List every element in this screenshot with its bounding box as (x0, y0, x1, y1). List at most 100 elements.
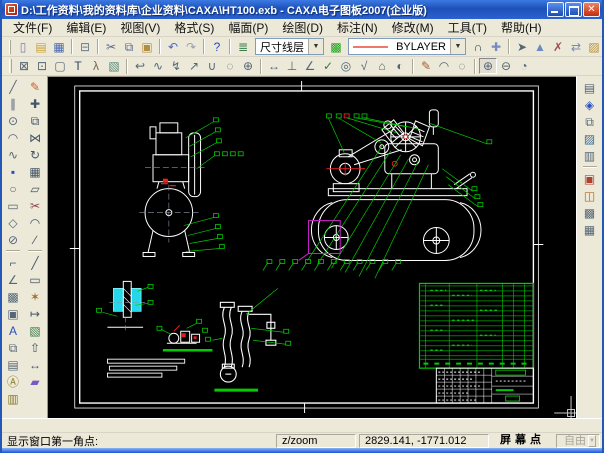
layer-combo[interactable]: 尺寸线层 ▼ (255, 38, 324, 55)
dim-edit-icon[interactable]: ↔ (26, 356, 44, 373)
erase-icon[interactable]: ✎ (26, 78, 44, 95)
chevron-down-icon[interactable]: ▼ (450, 39, 465, 54)
ole-object-icon[interactable]: ▥ (4, 390, 22, 407)
title-block-icon[interactable]: ◫ (581, 187, 599, 204)
dim-angle-icon[interactable]: ∠ (301, 58, 319, 74)
circle-icon[interactable]: ⊙ (4, 112, 22, 129)
undo-icon[interactable]: ↶ (164, 39, 182, 55)
wave-line-icon[interactable]: ∿ (149, 58, 167, 74)
redo-icon[interactable]: ↷ (182, 39, 200, 55)
spline-icon[interactable]: ∿ (4, 146, 22, 163)
menu-help[interactable]: 帮助(H) (494, 18, 549, 37)
zoom-out-icon[interactable]: ⊖ (497, 58, 515, 74)
center-mark-icon[interactable]: ⊕ (239, 58, 257, 74)
select-filter-icon[interactable]: ▲ (531, 39, 549, 55)
drawing-canvas[interactable] (47, 76, 576, 418)
menu-format[interactable]: 格式(S) (167, 18, 221, 37)
revision-cloud-icon[interactable]: ◠ (435, 58, 453, 74)
view-rotate-icon[interactable]: ◔ (515, 58, 533, 74)
block-edit-icon[interactable]: ▧ (26, 322, 44, 339)
object-snap-icon[interactable]: ∩ (469, 39, 487, 55)
scale-icon[interactable]: ▱ (26, 180, 44, 197)
minimize-button[interactable] (547, 2, 564, 17)
layer-move-icon[interactable]: ⇧ (26, 339, 44, 356)
point-icon[interactable]: ▪ (4, 163, 22, 180)
move-icon[interactable]: ✚ (26, 95, 44, 112)
raster-image-icon[interactable]: ▧ (105, 58, 123, 74)
new-file-icon[interactable]: ▯ (14, 39, 32, 55)
command-input[interactable]: z/zoom (276, 434, 356, 448)
edit-line-icon[interactable]: ╱ (26, 254, 44, 271)
polygon-icon[interactable]: ◇ (4, 214, 22, 231)
contour-icon[interactable]: ∪ (203, 58, 221, 74)
zoom-in-icon[interactable]: ⊕ (479, 58, 497, 74)
menu-tools[interactable]: 工具(T) (441, 18, 494, 37)
check-mark-icon[interactable]: ✓ (319, 58, 337, 74)
point-add-icon[interactable]: ✚ (487, 39, 505, 55)
search-view-icon[interactable]: ◐ (391, 58, 409, 74)
stretch-icon[interactable]: ↦ (26, 305, 44, 322)
sketch-curve-icon[interactable]: ↩ (131, 58, 149, 74)
ellipse-icon[interactable]: ○ (4, 180, 22, 197)
hatch-line-icon[interactable]: ⊘ (4, 231, 22, 248)
edit-rect-icon[interactable]: ▭ (26, 271, 44, 288)
dim-linear-icon[interactable]: ↔ (265, 58, 283, 74)
zoom-all-icon[interactable]: ⊠ (15, 58, 33, 74)
chamfer-icon[interactable]: ⌐ (4, 254, 22, 271)
copy-icon[interactable]: ⧉ (120, 39, 138, 55)
part-copy-icon[interactable]: ⧉ (581, 113, 599, 130)
balloon-text-icon[interactable]: Ⓐ (4, 373, 22, 390)
parts-list-icon[interactable]: ▦ (581, 221, 599, 238)
menu-dimension[interactable]: 标注(N) (330, 18, 385, 37)
paste-icon[interactable]: ▣ (138, 39, 156, 55)
library-icon[interactable]: ▨ (581, 130, 599, 147)
text-style-icon[interactable]: T (69, 58, 87, 74)
toolbar-grip[interactable] (9, 59, 12, 73)
linetype-combo[interactable]: BYLAYER ▼ (348, 38, 466, 55)
home-view-icon[interactable]: ⌂ (373, 58, 391, 74)
trim-icon[interactable]: ✂ (26, 197, 44, 214)
menu-file[interactable]: 文件(F) (6, 18, 59, 37)
open-file-icon[interactable]: ▤ (32, 39, 50, 55)
fillet-icon[interactable]: ◠ (26, 214, 44, 231)
rotate-icon[interactable]: ↻ (26, 146, 44, 163)
copy-object-icon[interactable]: ⧉ (26, 112, 44, 129)
table-icon[interactable]: ▤ (4, 356, 22, 373)
format-brush-icon[interactable]: ▰ (26, 373, 44, 390)
parallel-line-icon[interactable]: ∥ (4, 95, 22, 112)
roughness-icon[interactable]: √ (355, 58, 373, 74)
three-d-view-icon[interactable]: ◈ (581, 96, 599, 113)
menu-sheet[interactable]: 幅面(P) (221, 18, 275, 37)
rectangle-icon[interactable]: ▭ (4, 197, 22, 214)
part-number-icon[interactable]: ▩ (581, 204, 599, 221)
datum-symbol-icon[interactable]: ◎ (337, 58, 355, 74)
deselect-icon[interactable]: ✗ (549, 39, 567, 55)
menu-modify[interactable]: 修改(M) (385, 18, 441, 37)
cut-icon[interactable]: ✂ (102, 39, 120, 55)
formula-icon[interactable]: λ (87, 58, 105, 74)
leader-arrow-icon[interactable]: ↗ (185, 58, 203, 74)
color-layer-icon[interactable]: ▩ (327, 39, 345, 55)
menu-edit[interactable]: 编辑(E) (59, 18, 113, 37)
angle-line-icon[interactable]: ∠ (4, 271, 22, 288)
text-icon[interactable]: A (4, 322, 22, 339)
hatch-icon[interactable]: ▩ (4, 288, 22, 305)
save-icon[interactable]: ▦ (50, 39, 68, 55)
sheet-edit-icon[interactable]: ▥ (581, 147, 599, 164)
close-button[interactable] (583, 2, 600, 17)
chevron-down-icon[interactable]: ▼ (308, 39, 323, 54)
menu-draw[interactable]: 绘图(D) (275, 18, 330, 37)
local-detail-icon[interactable]: ▣ (4, 305, 22, 322)
menu-view[interactable]: 视图(V) (113, 18, 167, 37)
maximize-button[interactable] (565, 2, 582, 17)
line-icon[interactable]: ╱ (4, 78, 22, 95)
probe-icon[interactable]: ◌ (221, 58, 239, 74)
explode-icon[interactable]: ✶ (26, 288, 44, 305)
mirror-icon[interactable]: ⋈ (26, 129, 44, 146)
zoom-dynamic-icon[interactable]: ◌ (453, 58, 471, 74)
array-icon[interactable]: ▦ (26, 163, 44, 180)
snap-mode-combo[interactable]: 自由 ▼ (556, 434, 600, 448)
break-icon[interactable]: ∕ (26, 231, 44, 248)
sheet-settings-icon[interactable]: ▤ (581, 79, 599, 96)
redline-pen-icon[interactable]: ✎ (417, 58, 435, 74)
